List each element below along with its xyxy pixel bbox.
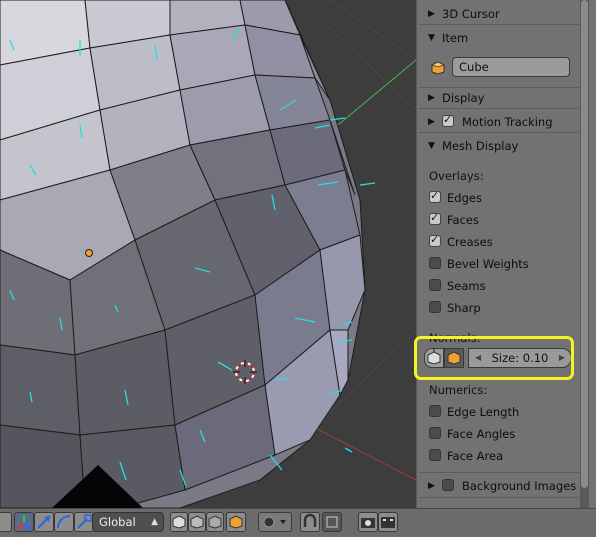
dropdown-arrows-icon: ▲ [151,517,158,527]
motion-tracking-checkbox[interactable] [442,113,454,127]
collapse-arrow-icon[interactable]: ▶ [428,114,435,130]
mode-dropdown-end[interactable] [0,512,12,532]
faces-label[interactable]: Faces [447,213,479,227]
panel-scrollbar[interactable] [580,0,589,508]
collapse-arrow-icon[interactable]: ▶ [428,90,435,106]
translate-button[interactable] [34,512,54,532]
snap-toggle[interactable] [300,512,320,532]
render-animation-icon [381,517,395,528]
panel-header-background-images[interactable]: ▶ Background Images [417,475,581,497]
pivot-point-select[interactable] [258,512,292,532]
rotate-icon [57,515,71,529]
translate-icon [37,515,51,529]
panel-header-mesh-display[interactable]: ▼ Mesh Display [417,135,581,157]
overlays-label: Overlays: [429,169,484,183]
numerics-label: Numerics: [429,383,488,397]
transform-manipulator-toggle[interactable] [14,512,34,532]
panel-divider [419,24,581,25]
expand-arrow-icon[interactable]: ▼ [428,30,435,46]
panel-header-label: Mesh Display [442,139,519,153]
face-select-button[interactable] [206,512,224,532]
occlude-geometry-button[interactable] [226,512,246,532]
panel-header-item[interactable]: ▼ Item [417,27,581,49]
edge-length-label[interactable]: Edge Length [447,405,519,419]
transform-orientation-value: Global [99,515,136,529]
3d-viewport[interactable] [0,0,416,508]
panel-divider [419,132,581,133]
panel-divider [419,497,581,498]
vertex-select-button[interactable] [170,512,188,532]
object-origin-dot [85,249,93,257]
scale-button[interactable] [74,512,94,532]
panel-header-display[interactable]: ▶ Display [417,87,581,109]
background-images-checkbox[interactable] [442,479,454,491]
snap-element-icon [326,516,338,528]
snap-icon [303,513,317,527]
edge-select-icon [190,515,204,529]
faces-checkbox[interactable] [429,211,441,225]
panel-header-motion-tracking[interactable]: ▶ Motion Tracking [417,111,581,133]
render-still-icon [361,518,375,528]
uv-sphere-mesh[interactable] [0,0,366,508]
vertex-select-icon [172,515,186,529]
rotate-button[interactable] [54,512,74,532]
panel-header-label: Motion Tracking [462,115,553,129]
render-animation-button[interactable] [378,512,398,532]
sharp-label[interactable]: Sharp [447,301,481,315]
face-select-icon [208,515,222,529]
panel-divider [419,472,581,473]
viewport-canvas[interactable] [0,0,416,508]
bevel-weights-checkbox[interactable] [429,257,441,269]
panel-header-label: Display [442,91,485,105]
creases-checkbox[interactable] [429,233,441,247]
face-area-label[interactable]: Face Area [447,449,503,463]
occlude-geometry-icon [229,515,243,529]
panel-header-label: 3D Cursor [442,7,500,21]
collapse-arrow-icon[interactable]: ▶ [428,6,435,22]
face-area-checkbox[interactable] [429,449,441,461]
face-angles-checkbox[interactable] [429,427,441,439]
edge-select-button[interactable] [188,512,206,532]
face-angles-label[interactable]: Face Angles [447,427,515,441]
snap-element-select[interactable] [322,512,342,532]
normals-highlight-annotation [414,336,574,380]
panel-header-3d-cursor[interactable]: ▶ 3D Cursor [417,3,581,25]
transform-manipulator-icon [16,515,32,530]
transform-orientation-select[interactable]: Global ▲ [92,512,164,532]
scale-icon [77,514,92,529]
edge-length-checkbox[interactable] [429,405,441,417]
panel-header-label: Background Images [462,479,577,493]
scrollbar-thumb[interactable] [581,0,588,488]
sharp-checkbox[interactable] [429,301,441,313]
object-data-icon [431,61,445,75]
expand-arrow-icon[interactable]: ▼ [428,138,435,154]
edges-label[interactable]: Edges [447,191,482,205]
bevel-weights-label[interactable]: Bevel Weights [447,257,529,271]
creases-label[interactable]: Creases [447,235,493,249]
seams-label[interactable]: Seams [447,279,486,293]
seams-checkbox[interactable] [429,279,441,291]
panel-header-label: Item [442,31,469,45]
panel-divider [419,108,581,109]
render-still-button[interactable] [358,512,378,532]
viewport-header-toolbar: Global ▲ [0,508,596,537]
collapse-arrow-icon[interactable]: ▶ [428,478,435,494]
object-name-input[interactable]: Cube [452,57,570,77]
pivot-icon [263,516,286,528]
edges-checkbox[interactable] [429,189,441,203]
